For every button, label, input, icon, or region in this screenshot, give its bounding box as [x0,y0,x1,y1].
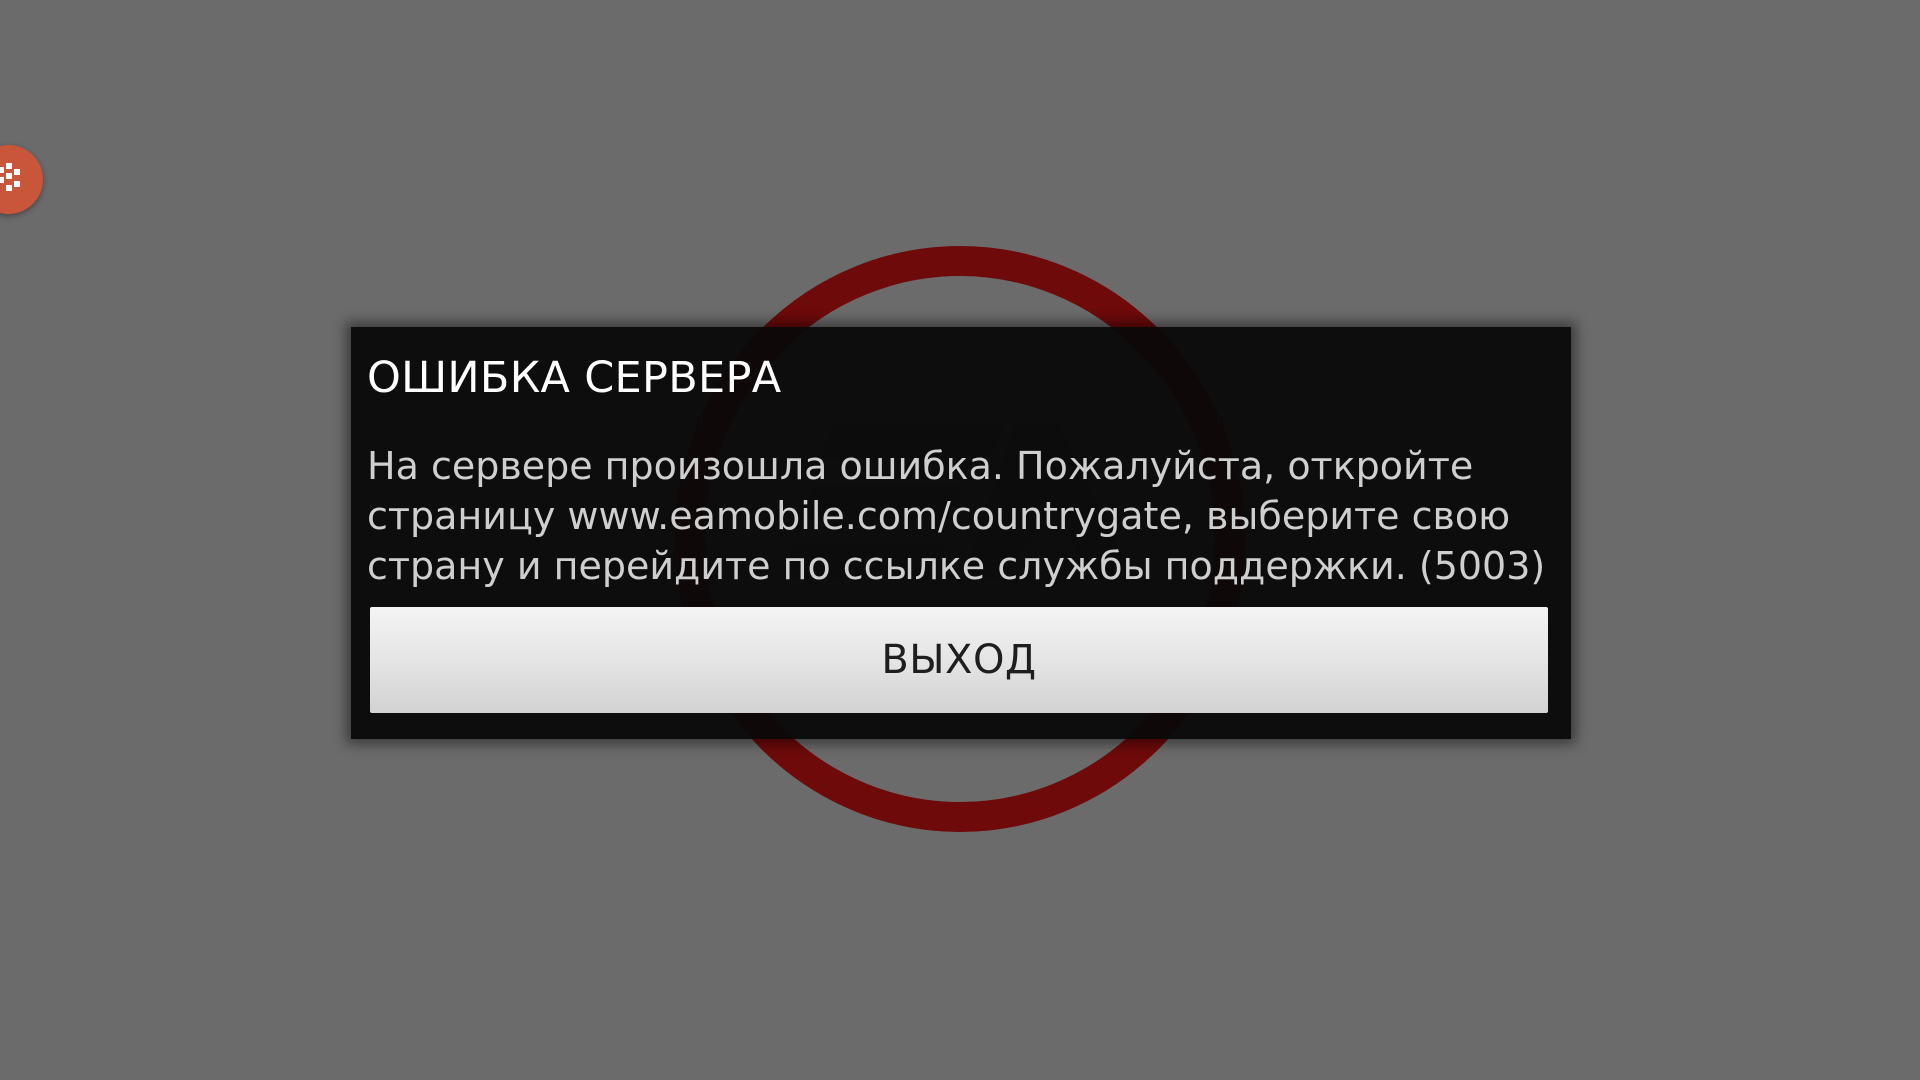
dialog-title: ОШИБКА СЕРВЕРА [367,353,782,403]
dialog-message: На сервере произошла ошибка. Пожалуйста,… [367,444,1546,588]
dots-icon [0,163,20,191]
exit-button[interactable]: ВЫХОД [370,607,1548,713]
app-screen: ОШИБКА СЕРВЕРА На сервере произошла ошиб… [0,0,1920,1080]
server-error-dialog: ОШИБКА СЕРВЕРА На сервере произошла ошиб… [351,327,1571,739]
floating-widget-button[interactable] [0,145,43,214]
